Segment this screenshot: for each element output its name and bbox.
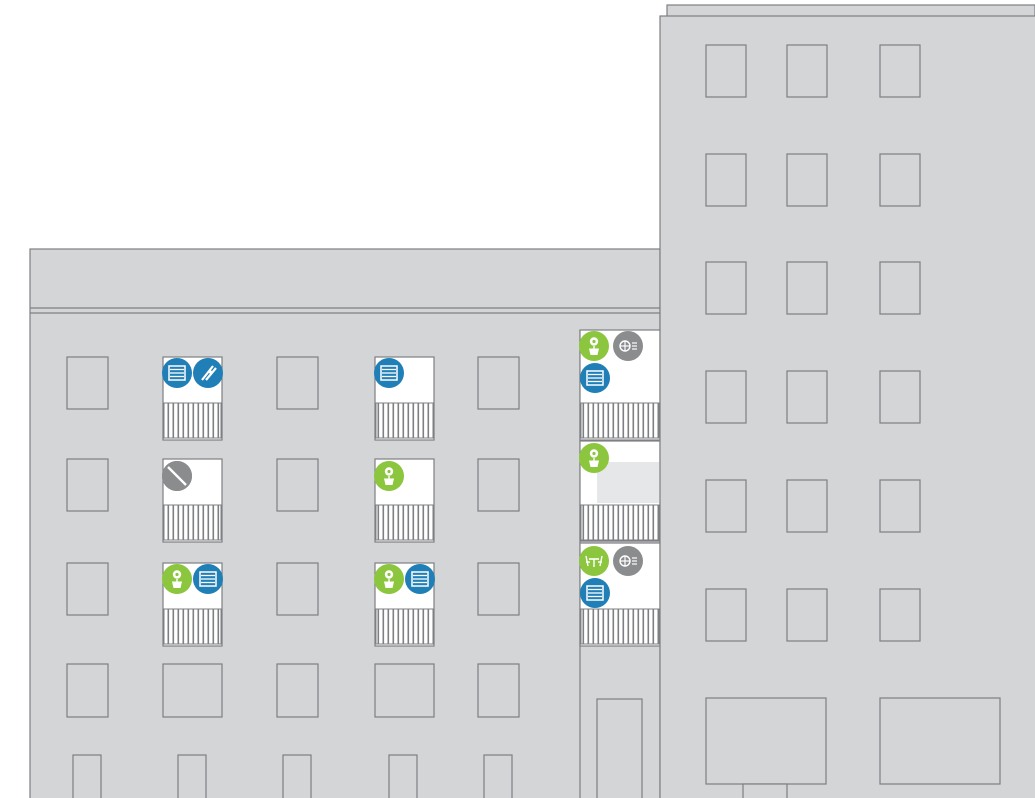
railing — [375, 402, 434, 439]
window — [477, 663, 520, 718]
building-facade-illustration — [0, 0, 1035, 798]
shopfront-window — [879, 697, 1001, 785]
railing — [163, 402, 222, 439]
railing — [580, 504, 660, 541]
window — [705, 479, 747, 533]
railing — [580, 402, 660, 439]
window-blinds-icon — [162, 358, 192, 388]
window — [705, 370, 747, 424]
window-blinds-icon — [374, 358, 404, 388]
window — [786, 261, 828, 315]
window — [66, 356, 109, 410]
window-blinds-icon — [193, 564, 223, 594]
window — [177, 754, 207, 798]
railing — [580, 608, 660, 645]
entrance-door — [596, 698, 643, 798]
left-building — [29, 248, 661, 798]
window-blinds-icon — [580, 363, 610, 393]
potted-plant-icon — [162, 564, 192, 594]
window — [879, 261, 921, 315]
railing — [375, 608, 434, 645]
left-building-body — [29, 248, 661, 798]
window — [276, 458, 319, 512]
window — [879, 44, 921, 98]
clothes-peg-icon — [193, 358, 223, 388]
air-conditioner-icon — [613, 546, 643, 576]
air-conditioner-icon — [613, 331, 643, 361]
window — [786, 479, 828, 533]
window — [786, 588, 828, 642]
window — [162, 663, 223, 718]
window — [388, 754, 418, 798]
window — [66, 458, 109, 512]
railing — [163, 504, 222, 541]
window — [786, 370, 828, 424]
window — [282, 754, 312, 798]
window — [705, 44, 747, 98]
window — [477, 356, 520, 410]
window — [66, 562, 109, 616]
window-blinds-icon — [580, 578, 610, 608]
potted-plant-icon — [579, 443, 609, 473]
window — [477, 458, 520, 512]
window — [705, 153, 747, 207]
window — [374, 663, 435, 718]
prohibited-icon — [162, 461, 192, 491]
window — [276, 562, 319, 616]
window — [879, 153, 921, 207]
potted-plant-icon — [374, 564, 404, 594]
window — [705, 588, 747, 642]
right-tower — [659, 4, 1035, 798]
window — [879, 479, 921, 533]
railing — [163, 608, 222, 645]
window — [705, 261, 747, 315]
potted-plant-icon — [579, 331, 609, 361]
window — [786, 153, 828, 207]
window — [276, 356, 319, 410]
window — [477, 562, 520, 616]
window-blinds-icon — [405, 564, 435, 594]
window — [72, 754, 102, 798]
potted-plant-icon — [374, 461, 404, 491]
balcony-shadow — [597, 462, 660, 503]
railing — [375, 504, 434, 541]
patio-furniture-icon — [579, 546, 609, 576]
window — [879, 370, 921, 424]
window — [786, 44, 828, 98]
tower-door — [742, 783, 788, 798]
facade-svg — [29, 4, 1035, 798]
window — [483, 754, 513, 798]
window — [66, 663, 109, 718]
window — [276, 663, 319, 718]
shopfront-window — [705, 697, 827, 785]
tower-roof — [666, 4, 1035, 18]
window — [879, 588, 921, 642]
